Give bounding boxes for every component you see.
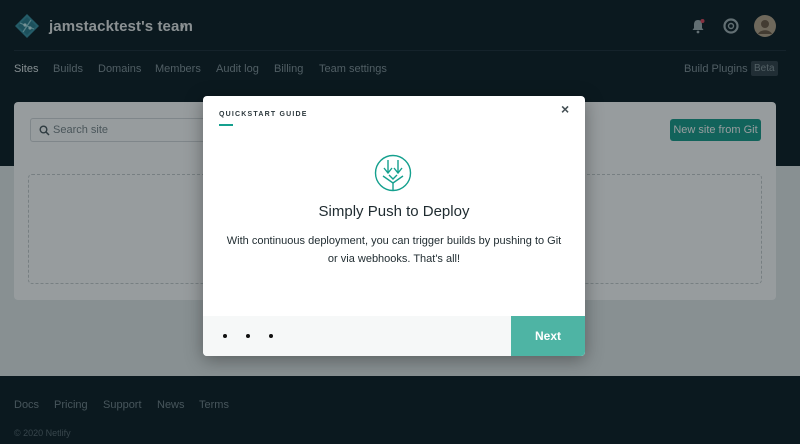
git-deploy-icon <box>374 154 412 192</box>
label-underline <box>219 124 233 126</box>
modal-title: Simply Push to Deploy <box>318 203 470 220</box>
close-icon[interactable]: × <box>561 101 569 117</box>
modal-footer: Next <box>203 316 585 356</box>
quickstart-label: QUICKSTART GUIDE <box>219 111 308 118</box>
step-dot[interactable] <box>269 334 273 338</box>
modal-description: With continuous deployment, you can trig… <box>226 235 562 265</box>
step-dot[interactable] <box>246 334 250 338</box>
quickstart-modal: QUICKSTART GUIDE × Simply Push to Deploy… <box>203 96 585 356</box>
step-dot[interactable] <box>223 334 227 338</box>
next-button[interactable]: Next <box>511 316 585 356</box>
